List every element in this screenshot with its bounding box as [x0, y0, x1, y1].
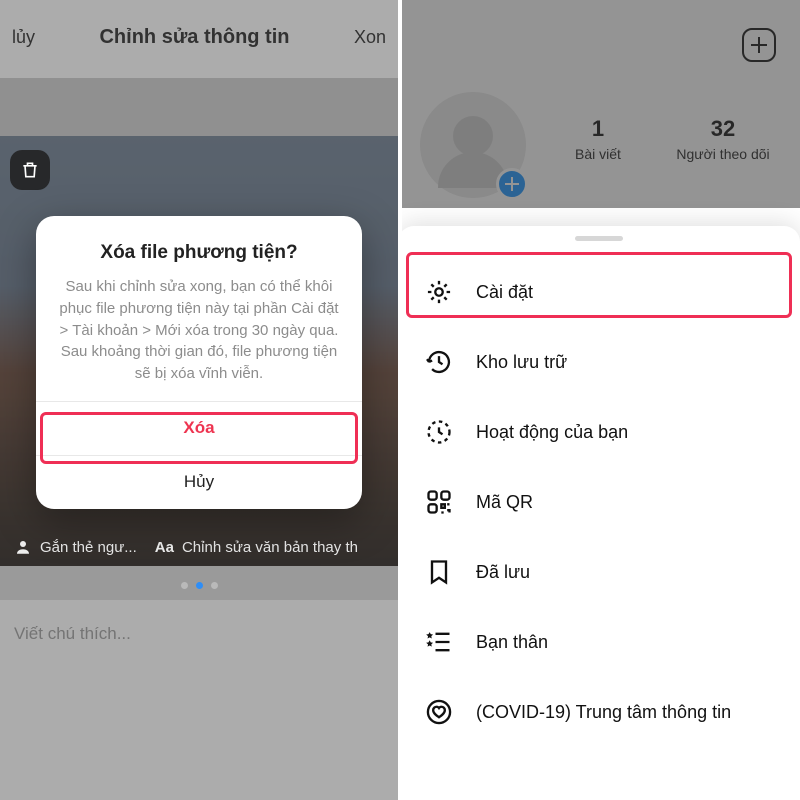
activity-icon — [424, 417, 454, 447]
profile-header: 1 Bài viết 32 Người theo dõi 83 Đang th — [398, 0, 800, 208]
gear-icon — [424, 277, 454, 307]
dialog-title: Xóa file phương tiện? — [56, 242, 342, 264]
menu-activity[interactable]: Hoạt động của bạn — [398, 397, 800, 467]
profile-dim — [398, 0, 800, 208]
edit-post-screen: Gắn thẻ ngư... Aa Chỉnh sửa văn bản thay… — [0, 0, 398, 800]
profile-menu-screen: 1 Bài viết 32 Người theo dõi 83 Đang th — [398, 0, 800, 800]
archive-icon — [424, 347, 454, 377]
aa-icon: Aa — [155, 539, 174, 556]
tag-people-button[interactable]: Gắn thẻ ngư... — [14, 538, 137, 556]
bookmark-icon — [424, 557, 454, 587]
menu-archive[interactable]: Kho lưu trữ — [398, 327, 800, 397]
heart-circle-icon — [424, 697, 454, 727]
dialog-body: Sau khi chỉnh sửa xong, bạn có thể khôi … — [56, 276, 342, 385]
header-dim — [0, 0, 398, 78]
sheet-grabber[interactable] — [575, 236, 623, 241]
menu-settings[interactable]: Cài đặt — [398, 257, 800, 327]
menu-label: (COVID-19) Trung tâm thông tin — [476, 702, 731, 723]
caption-dim — [0, 600, 398, 800]
alt-text-button[interactable]: Aa Chỉnh sửa văn bản thay th — [155, 539, 358, 556]
dialog-cancel-button[interactable]: Hủy — [36, 455, 362, 509]
menu-label: Đã lưu — [476, 562, 530, 583]
menu-qr[interactable]: Mã QR — [398, 467, 800, 537]
menu-label: Cài đặt — [476, 282, 533, 303]
menu-label: Kho lưu trữ — [476, 352, 567, 373]
list-star-icon — [424, 627, 454, 657]
image-toolbar: Gắn thẻ ngư... Aa Chỉnh sửa văn bản thay… — [0, 530, 398, 564]
dialog-delete-button[interactable]: Xóa — [36, 401, 362, 455]
menu-label: Hoạt động của bạn — [476, 422, 628, 443]
menu-close-friends[interactable]: Bạn thân — [398, 607, 800, 677]
qr-icon — [424, 487, 454, 517]
options-sheet: Cài đặt Kho lưu trữ Hoạt động của bạn — [398, 226, 800, 800]
carousel-dots — [0, 582, 398, 589]
menu-covid[interactable]: (COVID-19) Trung tâm thông tin — [398, 677, 800, 747]
delete-media-button[interactable] — [10, 150, 50, 190]
menu-label: Mã QR — [476, 492, 533, 513]
menu-label: Bạn thân — [476, 632, 548, 653]
menu-saved[interactable]: Đã lưu — [398, 537, 800, 607]
delete-media-dialog: Xóa file phương tiện? Sau khi chỉnh sửa … — [36, 216, 362, 509]
pane-divider — [398, 0, 402, 800]
